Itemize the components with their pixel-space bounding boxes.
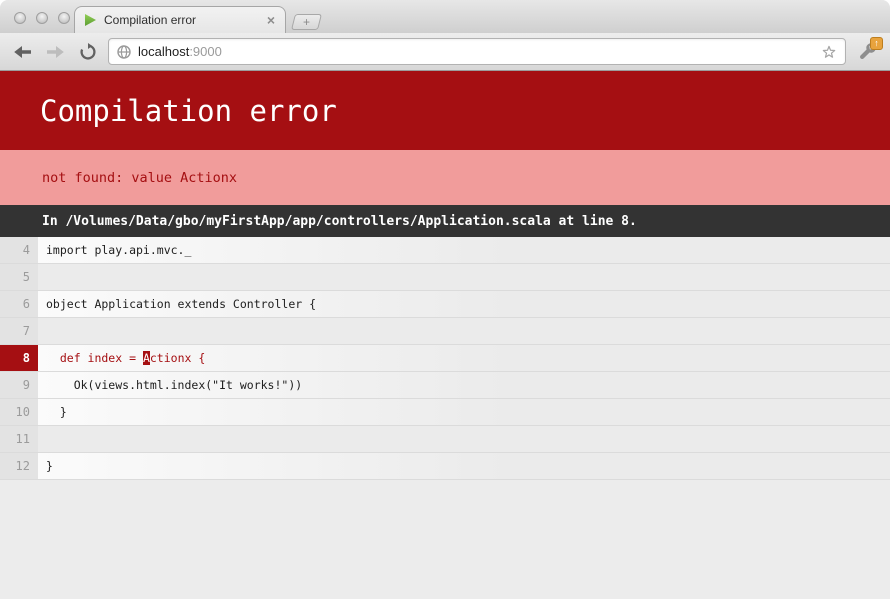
extension-update-badge[interactable]: ↑ xyxy=(870,37,883,50)
code-line: } xyxy=(38,453,890,479)
code-line-row: 12} xyxy=(0,453,890,480)
error-message: not found: value Actionx xyxy=(42,170,237,186)
code-line xyxy=(38,426,890,452)
error-page: Compilation error not found: value Actio… xyxy=(0,71,890,599)
code-line: import play.api.mvc._ xyxy=(38,237,890,263)
tab-title: Compilation error xyxy=(104,13,266,27)
code-line-row: 4import play.api.mvc._ xyxy=(0,237,890,264)
code-line: } xyxy=(38,399,890,425)
error-location-bar: In /Volumes/Data/gbo/myFirstApp/app/cont… xyxy=(0,205,890,237)
line-number: 10 xyxy=(0,399,38,425)
code-line: object Application extends Controller { xyxy=(38,291,890,317)
error-message-bar: not found: value Actionx xyxy=(0,150,890,205)
back-button[interactable] xyxy=(9,39,35,65)
titlebar: Compilation error × + xyxy=(0,0,890,33)
url-host: localhost xyxy=(138,44,189,59)
error-marker: A xyxy=(143,351,150,365)
page-title: Compilation error xyxy=(40,94,337,128)
code-line xyxy=(38,318,890,344)
browser-tab[interactable]: Compilation error × xyxy=(74,6,286,33)
line-number: 8 xyxy=(0,345,38,371)
address-bar[interactable]: localhost:9000 xyxy=(108,38,846,65)
toolbar: localhost:9000 ↑ xyxy=(0,33,890,71)
line-number: 12 xyxy=(0,453,38,479)
bookmark-star-icon[interactable] xyxy=(821,44,837,60)
code-line: Ok(views.html.index("It works!")) xyxy=(38,372,890,398)
code-line-row: 6object Application extends Controller { xyxy=(0,291,890,318)
code-line xyxy=(38,264,890,290)
back-arrow-icon xyxy=(13,44,32,60)
forward-arrow-icon xyxy=(46,44,65,60)
zoom-window-icon[interactable] xyxy=(58,12,70,24)
error-page-header: Compilation error xyxy=(0,71,890,150)
browser-window: Compilation error × + xyxy=(0,0,890,599)
error-location: In /Volumes/Data/gbo/myFirstApp/app/cont… xyxy=(42,214,637,229)
traffic-lights xyxy=(14,12,70,24)
line-number: 6 xyxy=(0,291,38,317)
line-number: 5 xyxy=(0,264,38,290)
minimize-window-icon[interactable] xyxy=(36,12,48,24)
page-background xyxy=(0,480,890,599)
code-line-row: 7 xyxy=(0,318,890,345)
forward-button[interactable] xyxy=(42,39,68,65)
source-code-listing: 4import play.api.mvc._56object Applicati… xyxy=(0,237,890,480)
line-number: 7 xyxy=(0,318,38,344)
code-text: def index = xyxy=(46,351,143,365)
close-tab-icon[interactable]: × xyxy=(266,13,276,27)
globe-icon xyxy=(117,45,131,59)
line-number: 4 xyxy=(0,237,38,263)
line-number: 9 xyxy=(0,372,38,398)
reload-icon xyxy=(79,43,97,61)
play-favicon-icon xyxy=(84,13,97,27)
code-line-row: 10 } xyxy=(0,399,890,426)
plus-icon: + xyxy=(303,17,310,27)
settings-menu-button[interactable]: ↑ xyxy=(853,38,881,65)
close-window-icon[interactable] xyxy=(14,12,26,24)
reload-button[interactable] xyxy=(75,39,101,65)
code-line-row: 8 def index = Actionx { xyxy=(0,345,890,372)
code-line-row: 11 xyxy=(0,426,890,453)
url-port: :9000 xyxy=(189,44,222,59)
code-line-row: 5 xyxy=(0,264,890,291)
new-tab-button[interactable]: + xyxy=(291,14,322,30)
url-text[interactable]: localhost:9000 xyxy=(138,44,222,59)
line-number: 11 xyxy=(0,426,38,452)
code-line-row: 9 Ok(views.html.index("It works!")) xyxy=(0,372,890,399)
code-text: ctionx { xyxy=(150,351,205,365)
code-line: def index = Actionx { xyxy=(38,345,890,371)
